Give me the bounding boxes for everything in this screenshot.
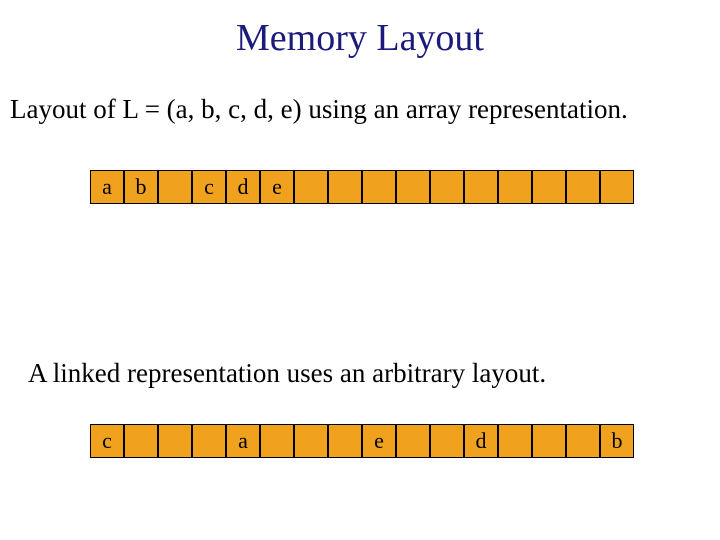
array-description: Layout of L = (a, b, c, d, e) using an a… [10, 94, 628, 125]
linked-cell [192, 424, 226, 458]
linked-cell [124, 424, 158, 458]
array-cell: d [226, 170, 260, 204]
array-cell: a [90, 170, 124, 204]
linked-cell: b [600, 424, 634, 458]
linked-cell [532, 424, 566, 458]
slide-title: Memory Layout [0, 16, 720, 60]
linked-cell: a [226, 424, 260, 458]
array-cell [328, 170, 362, 204]
array-cell [396, 170, 430, 204]
linked-cell [328, 424, 362, 458]
array-cell [532, 170, 566, 204]
array-cell [464, 170, 498, 204]
linked-cell: e [362, 424, 396, 458]
linked-cell [260, 424, 294, 458]
linked-cell [396, 424, 430, 458]
array-cell [566, 170, 600, 204]
linked-cell [566, 424, 600, 458]
array-representation: a b c d e [90, 170, 634, 204]
array-cell: c [192, 170, 226, 204]
array-cell [430, 170, 464, 204]
linked-description: A linked representation uses an arbitrar… [28, 358, 546, 389]
linked-cell: d [464, 424, 498, 458]
array-cell [294, 170, 328, 204]
linked-cell [498, 424, 532, 458]
array-cell [600, 170, 634, 204]
array-cell: b [124, 170, 158, 204]
linked-cell [294, 424, 328, 458]
array-cell: e [260, 170, 294, 204]
array-cell [158, 170, 192, 204]
array-cell [498, 170, 532, 204]
linked-cell [430, 424, 464, 458]
linked-representation: c a e d b [90, 424, 634, 458]
linked-cell: c [90, 424, 124, 458]
array-cell [362, 170, 396, 204]
linked-cell [158, 424, 192, 458]
